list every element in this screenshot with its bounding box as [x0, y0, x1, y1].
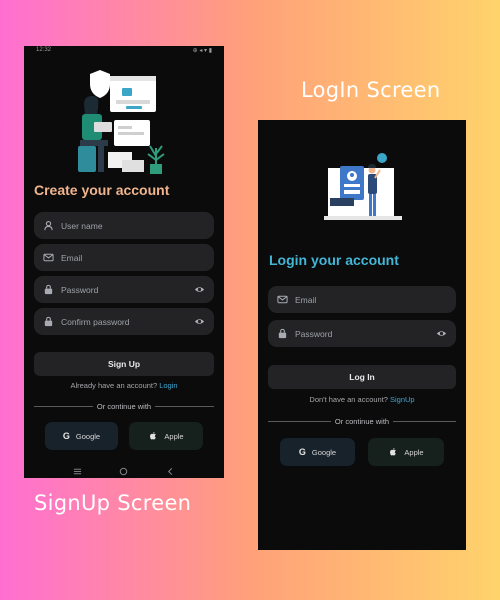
- account-prompt-text: Already have an account?: [70, 381, 158, 390]
- divider-text: Or continue with: [96, 402, 152, 411]
- back-icon[interactable]: [166, 467, 175, 476]
- continue-divider: Or continue with: [268, 417, 457, 426]
- signup-illustration: [78, 70, 165, 174]
- google-label: Google: [75, 431, 101, 441]
- account-prompt: Don't have an account? SignUp: [258, 395, 466, 404]
- status-icons: ⊕ ◂ ▾ ▮: [192, 47, 212, 54]
- home-icon[interactable]: [119, 467, 128, 476]
- password-placeholder: Password: [295, 328, 333, 339]
- apple-icon: [390, 448, 397, 456]
- eye-icon[interactable]: [436, 328, 447, 339]
- mail-icon: [43, 253, 54, 262]
- apple-button[interactable]: Apple: [129, 422, 203, 450]
- page-title: Login your account: [269, 252, 399, 268]
- email-placeholder: Email: [61, 252, 83, 263]
- mail-icon: [277, 295, 288, 304]
- apple-label: Apple: [164, 431, 184, 441]
- apple-label: Apple: [404, 447, 424, 457]
- google-button[interactable]: G Google: [280, 438, 355, 466]
- password-field[interactable]: Password: [34, 276, 214, 303]
- log-in-button[interactable]: Log In: [268, 365, 456, 389]
- account-prompt: Already have an account? Login: [24, 381, 224, 390]
- email-field[interactable]: Email: [268, 286, 456, 313]
- divider-text: Or continue with: [334, 417, 390, 426]
- signup-link[interactable]: SignUp: [390, 395, 415, 404]
- page-title: Create your account: [34, 182, 170, 198]
- account-prompt-text: Don't have an account?: [309, 395, 388, 404]
- password-placeholder: Password: [61, 284, 99, 295]
- email-field[interactable]: Email: [34, 244, 214, 271]
- menu-icon[interactable]: [73, 467, 82, 476]
- google-icon: G: [298, 447, 306, 457]
- confirm-password-field[interactable]: Confirm password: [34, 308, 214, 335]
- status-time: 12:32: [36, 47, 52, 53]
- google-button[interactable]: G Google: [45, 422, 118, 450]
- user-icon: [44, 221, 53, 231]
- continue-divider: Or continue with: [34, 402, 215, 411]
- login-link[interactable]: Login: [159, 381, 177, 390]
- login-phone-screen: Login your account Email Password Log In…: [258, 120, 466, 550]
- username-placeholder: User name: [61, 220, 103, 231]
- lock-icon: [44, 316, 53, 327]
- divider-line: [393, 421, 457, 422]
- eye-icon[interactable]: [194, 284, 205, 295]
- lock-icon: [44, 284, 53, 295]
- password-field[interactable]: Password: [268, 320, 456, 347]
- confirm-password-placeholder: Confirm password: [61, 316, 130, 327]
- google-label: Google: [311, 447, 337, 457]
- username-field[interactable]: User name: [34, 212, 214, 239]
- android-nav-bar: [24, 464, 224, 478]
- apple-icon: [150, 432, 157, 440]
- lock-icon: [278, 328, 287, 339]
- status-bar: 12:32 ⊕ ◂ ▾ ▮: [24, 46, 224, 54]
- divider-line: [155, 406, 215, 407]
- google-icon: G: [62, 431, 70, 441]
- email-placeholder: Email: [295, 294, 317, 305]
- divider-line: [34, 406, 93, 407]
- login-illustration: [324, 153, 402, 220]
- apple-button[interactable]: Apple: [368, 438, 444, 466]
- signup-phone-screen: 12:32 ⊕ ◂ ▾ ▮ Create your account User n…: [24, 46, 224, 478]
- login-screen-caption: LogIn Screen: [301, 78, 441, 102]
- eye-icon[interactable]: [194, 316, 205, 327]
- signup-screen-caption: SignUp Screen: [34, 491, 192, 515]
- divider-line: [268, 421, 331, 422]
- sign-up-button[interactable]: Sign Up: [34, 352, 214, 376]
